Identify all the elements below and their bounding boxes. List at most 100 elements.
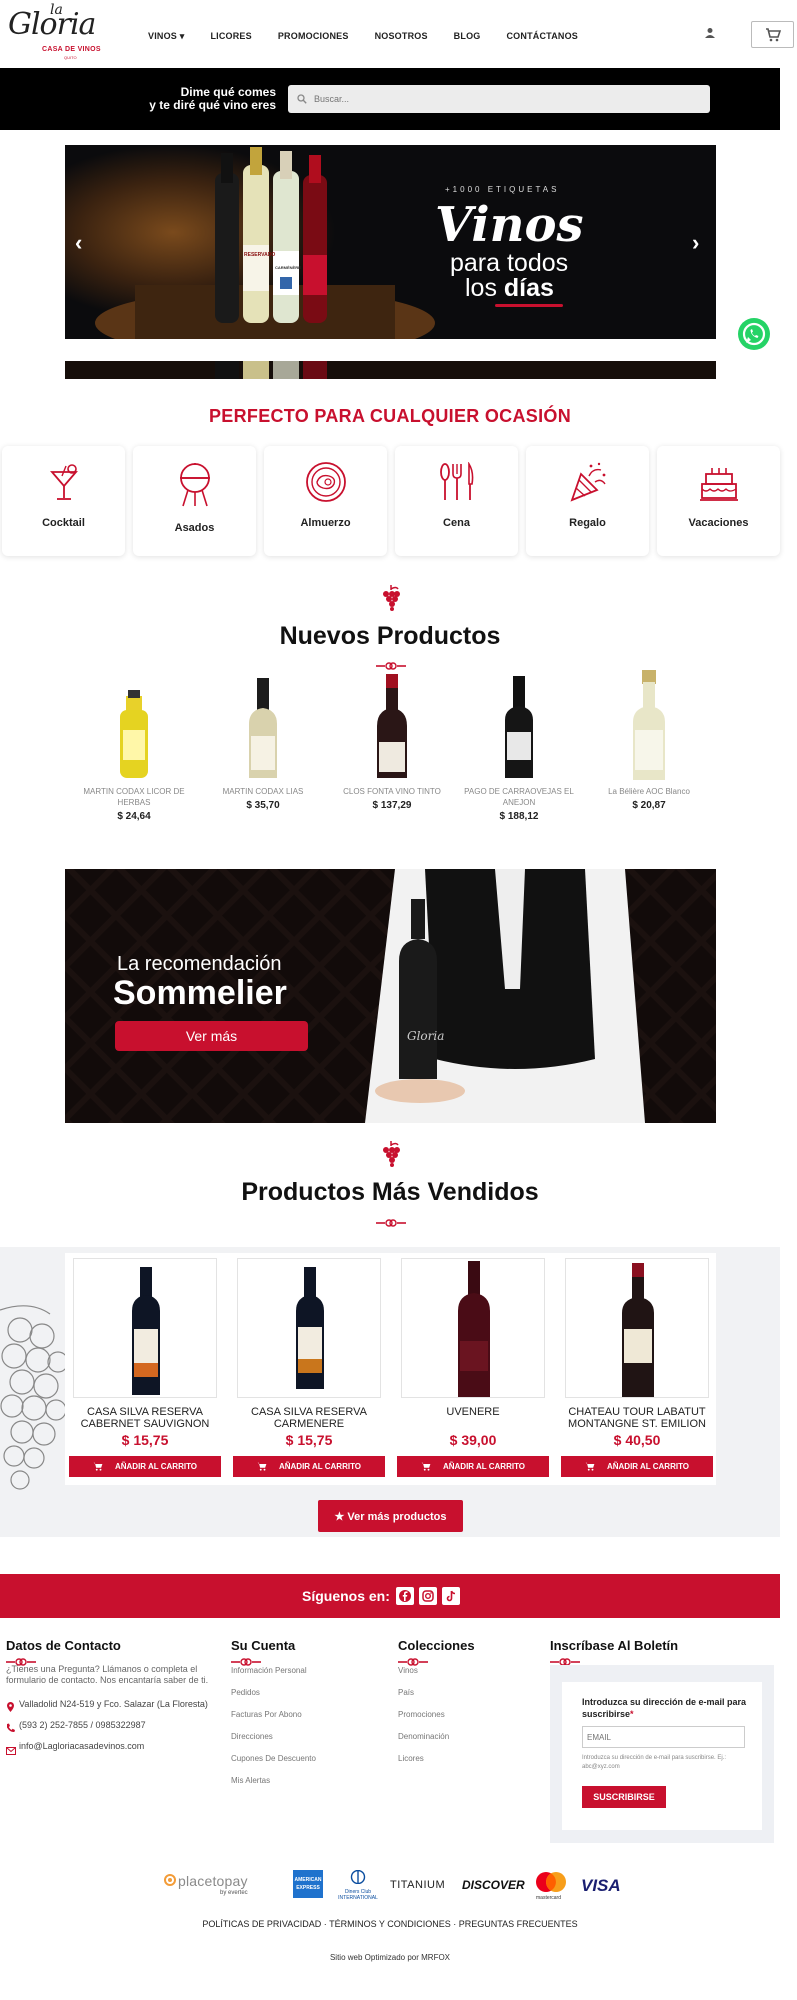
product-price: $ 20,87 [632,800,666,811]
logo-subtitle: CASA DE VINOS [42,46,101,53]
product-name: CHATEAU TOUR LABATUT MONTANGNE ST. EMILI… [568,1406,706,1430]
nav-licores[interactable]: LICORES [210,31,251,42]
occasion-card-almuerzo[interactable]: Almuerzo [264,446,387,556]
contact-phone[interactable]: (593 2) 252-7855 / 0985322987 [19,1720,146,1731]
search-box[interactable] [288,85,710,113]
add-to-cart-label: AÑADIR AL CARRITO [606,1462,690,1471]
sommelier-button[interactable]: Ver más [115,1021,308,1051]
add-to-cart-button[interactable]: AÑADIR AL CARRITO [233,1456,385,1477]
subscribe-button[interactable]: SUSCRIBIRSE [582,1786,666,1808]
occasion-card-cocktail[interactable]: Cocktail [2,446,125,556]
account-link-coupons[interactable]: Cupones De Descuento [231,1754,316,1763]
sommelier-banner[interactable]: Gloria La recomendación Sommelier Ver má… [65,869,716,1123]
logo[interactable]: la Gloria CASA DE VINOS QUITO [6,2,118,60]
account-link-credit-notes[interactable]: Facturas Por Abono [231,1710,302,1719]
product-card[interactable]: PAGO DE CARRAOVEJAS EL ANEJON $ 188,12 [459,670,579,822]
cart-icon [421,1462,431,1471]
grape-icon [383,1141,400,1167]
product-image-frame [401,1258,545,1398]
more-products-button[interactable]: ★ Ver más productos [318,1500,463,1532]
add-to-cart-button[interactable]: AÑADIR AL CARRITO [397,1456,549,1477]
instagram-icon[interactable] [419,1587,437,1605]
chevron-left-icon[interactable]: ‹ [75,230,82,256]
logo-name: Gloria [8,7,96,42]
tiktok-icon[interactable] [442,1587,460,1605]
logo-city: QUITO [64,55,77,60]
occasion-card-cena[interactable]: Cena [395,446,518,556]
nav-promociones[interactable]: PROMOCIONES [278,31,349,42]
hero-tag: +1000 ETIQUETAS [445,185,560,194]
occasion-card-asados[interactable]: Asados [133,446,256,556]
account-link-addresses[interactable]: Direcciones [231,1732,273,1741]
bestseller-card[interactable]: CASA SILVA RESERVA CARMENERE $ 15,75 AÑA… [233,1258,385,1477]
hero-line2: para todos [450,249,569,277]
add-to-cart-button[interactable]: AÑADIR AL CARRITO [561,1456,713,1477]
search-input[interactable] [314,85,704,113]
cart-icon [585,1462,595,1471]
user-icon[interactable] [704,27,716,39]
product-name: CASA SILVA RESERVA CABERNET SAUVIGNON [80,1406,210,1430]
nav-vinos[interactable]: VINOS ▾ [148,31,184,42]
newsletter-form: Introduzca su dirección de e-mail para s… [562,1682,762,1830]
product-price: $ 35,70 [246,800,280,811]
collection-link-vinos[interactable]: Vinos [398,1666,418,1675]
location-icon [6,1699,15,1717]
product-card[interactable]: MARTIN CODAX LIAS $ 35,70 [203,670,323,811]
search-tagline-line2: y te diré qué vino eres [149,98,276,112]
product-image [622,1263,654,1397]
occasion-card-regalo[interactable]: Regalo [526,446,649,556]
bestseller-card[interactable]: CHATEAU TOUR LABATUT MONTANGNE ST. EMILI… [561,1258,713,1477]
occasion-card-vacaciones[interactable]: Vacaciones [657,446,780,556]
account-link-orders[interactable]: Pedidos [231,1688,260,1697]
hero-underline [495,304,563,307]
chevron-right-icon[interactable]: › [692,230,699,256]
nav-blog[interactable]: BLOG [454,31,481,42]
product-name: MARTIN CODAX LICOR DE HERBAS [83,787,185,807]
facebook-icon[interactable] [396,1587,414,1605]
placetopay-logo-icon [164,1874,176,1886]
product-card[interactable]: MARTIN CODAX LICOR DE HERBAS $ 24,64 [74,670,194,822]
product-image [458,1261,490,1397]
grape-icon [383,585,400,611]
product-card[interactable]: CLOS FONTA VINO TINTO $ 137,29 [332,670,452,811]
collection-link-promociones[interactable]: Promociones [398,1710,445,1719]
whatsapp-button[interactable] [738,318,770,350]
newsletter-email-input[interactable] [582,1726,745,1748]
collection-link-denominacion[interactable]: Denominación [398,1732,449,1741]
bestseller-card[interactable]: UVENERE $ 39,00 AÑADIR AL CARRITO [397,1258,549,1477]
cart-icon [257,1462,267,1471]
account-link-personal-info[interactable]: Información Personal [231,1666,307,1675]
contact-email[interactable]: info@Lagloriacasadevinos.com [19,1741,144,1752]
search-icon [297,94,307,104]
occasion-label: Cocktail [42,517,85,529]
contact-text: ¿Tienes una Pregunta? Llámanos o complet… [6,1664,209,1685]
sommelier-bottle-label: Gloria [407,1029,445,1043]
hero-carousel[interactable]: RESERVADO CARMÉNÈRE +1000 ETIQUETAS Vino… [65,145,716,339]
phone-icon [6,1720,15,1738]
cart-button[interactable] [751,21,794,48]
occasion-label: Almuerzo [300,517,351,529]
cart-icon [93,1462,103,1471]
collection-link-pais[interactable]: País [398,1688,414,1697]
product-image-frame [73,1258,217,1398]
product-card[interactable]: La Bélière AOC Blanco $ 20,87 [589,670,709,811]
plate-icon [306,462,346,502]
nav-contactanos[interactable]: CONTÁCTANOS [506,31,578,42]
add-to-cart-button[interactable]: AÑADIR AL CARRITO [69,1456,221,1477]
mastercard-logo: mastercard [536,1895,562,1901]
hero-bottle-label: CARMÉNÈRE [275,265,301,270]
collection-link-licores[interactable]: Licores [398,1754,424,1763]
best-sellers-title: Productos Más Vendidos [241,1178,539,1206]
nav-nosotros[interactable]: NOSOTROS [375,31,428,42]
account-link-alerts[interactable]: Mis Alertas [231,1776,270,1785]
divider-icon [376,1219,406,1227]
legal-links[interactable]: POLÍTICAS DE PRIVACIDAD · TÉRMINOS Y CON… [0,1919,780,1929]
discover-logo: DISCOVER [462,1878,525,1892]
cutlery-icon [440,462,474,500]
bestseller-card[interactable]: CASA SILVA RESERVA CABERNET SAUVIGNON $ … [69,1258,221,1477]
contact-title: Datos de Contacto [6,1638,121,1653]
newsletter-label: Introduzca su dirección de e-mail para s… [582,1696,747,1720]
follow-label: Síguenos en: [302,1588,390,1604]
occasion-label: Regalo [569,517,606,529]
product-price: $ 188,12 [499,811,539,822]
